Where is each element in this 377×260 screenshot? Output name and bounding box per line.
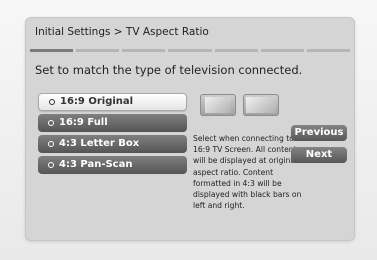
option-label: 4:3 Letter Box: [59, 138, 140, 149]
option-label: 4:3 Pan-Scan: [59, 159, 133, 170]
settings-panel: Initial Settings > TV Aspect Ratio Set t…: [25, 17, 355, 241]
option-16-9-original[interactable]: 16:9 Original: [38, 93, 187, 111]
option-4-3-pan-scan[interactable]: 4:3 Pan-Scan: [38, 156, 187, 174]
progress-steps: [30, 49, 350, 52]
radio-icon: [48, 162, 54, 168]
step-segment: [306, 49, 350, 52]
tv-preview-icon: [200, 94, 236, 116]
option-label: 16:9 Original: [60, 96, 134, 107]
option-label: 16:9 Full: [59, 117, 108, 128]
step-segment: [214, 49, 258, 52]
radio-icon: [48, 120, 54, 126]
option-4-3-letter-box[interactable]: 4:3 Letter Box: [38, 135, 187, 153]
step-segment: [76, 49, 120, 52]
radio-icon: [48, 141, 54, 147]
option-description: Select when connecting to a 16:9 TV Scre…: [193, 134, 302, 211]
step-segment: [122, 49, 166, 52]
next-button[interactable]: Next: [291, 147, 347, 163]
page-subtitle: Set to match the type of television conn…: [35, 63, 303, 77]
step-segment: [168, 49, 212, 52]
previous-button[interactable]: Previous: [291, 125, 347, 141]
tv-preview-wide-icon: [243, 94, 279, 116]
step-segment: [30, 49, 74, 52]
step-segment: [260, 49, 304, 52]
option-16-9-full[interactable]: 16:9 Full: [38, 114, 187, 132]
breadcrumb: Initial Settings > TV Aspect Ratio: [35, 26, 209, 38]
radio-icon: [49, 99, 55, 105]
